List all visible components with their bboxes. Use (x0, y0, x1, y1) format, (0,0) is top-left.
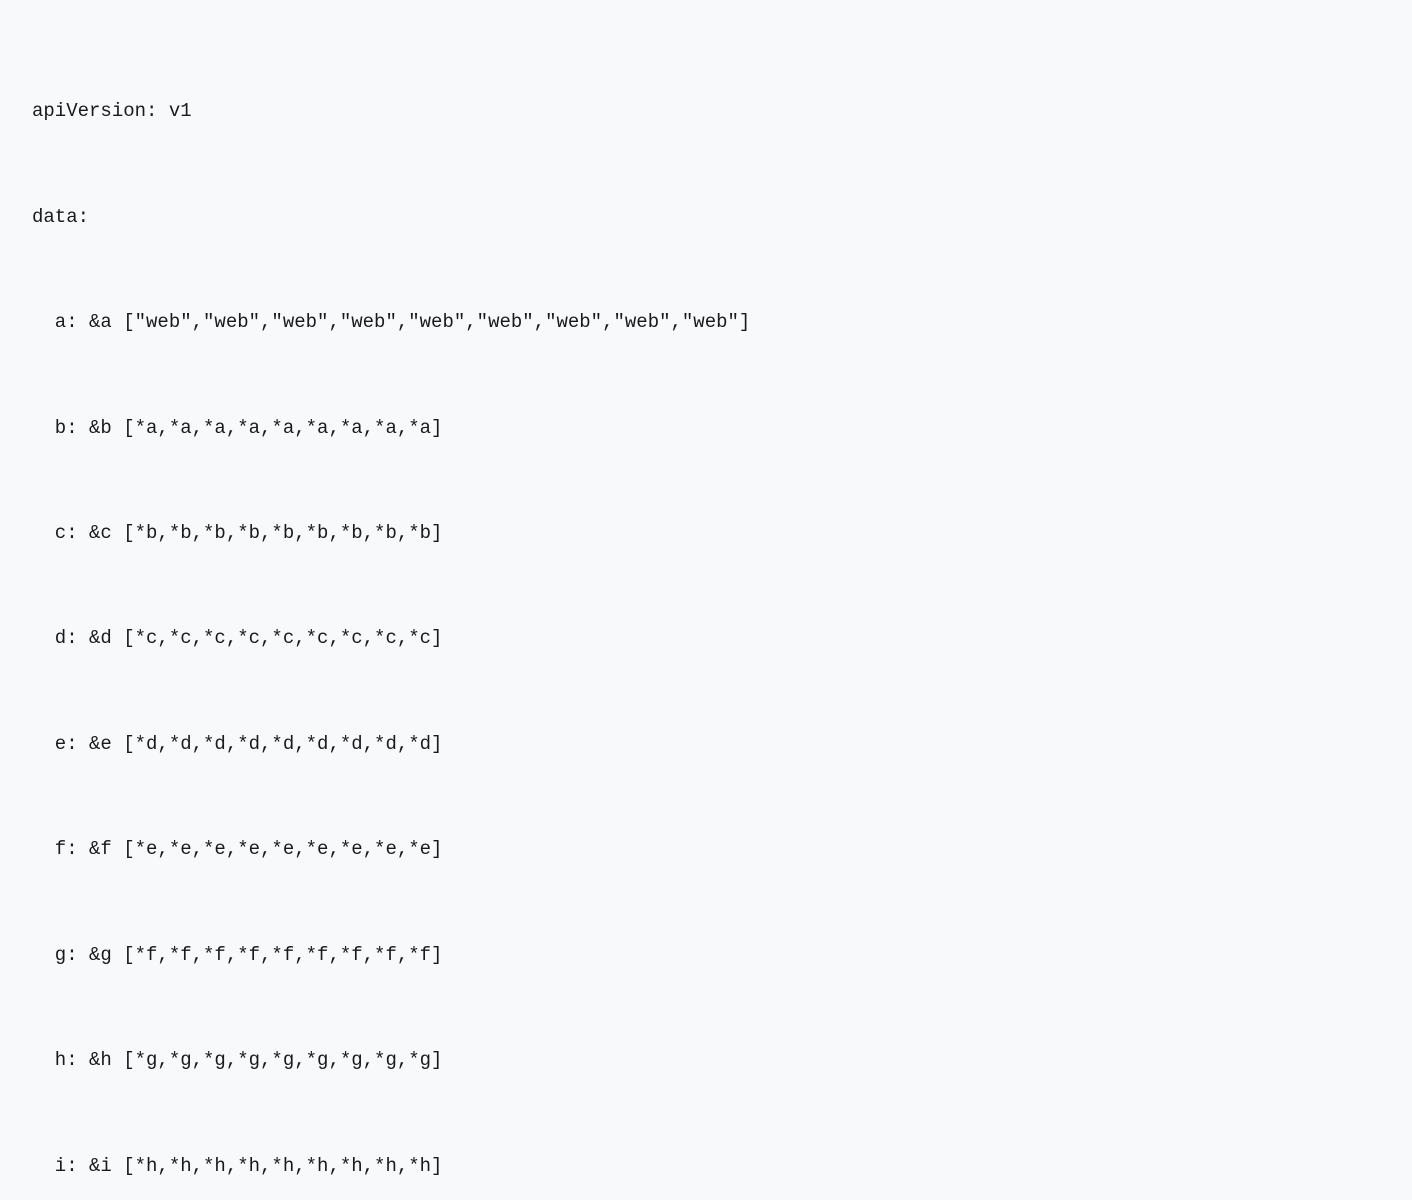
code-line: h: &h [*g,*g,*g,*g,*g,*g,*g,*g,*g] (32, 1043, 1380, 1078)
code-line: b: &b [*a,*a,*a,*a,*a,*a,*a,*a,*a] (32, 411, 1380, 446)
code-line: apiVersion: v1 (32, 94, 1380, 129)
code-line: d: &d [*c,*c,*c,*c,*c,*c,*c,*c,*c] (32, 621, 1380, 656)
code-line: e: &e [*d,*d,*d,*d,*d,*d,*d,*d,*d] (32, 727, 1380, 762)
yaml-code-block: apiVersion: v1 data: a: &a ["web","web",… (32, 24, 1380, 1200)
code-line: a: &a ["web","web","web","web","web","we… (32, 305, 1380, 340)
code-line: data: (32, 200, 1380, 235)
code-line: i: &i [*h,*h,*h,*h,*h,*h,*h,*h,*h] (32, 1149, 1380, 1184)
code-line: f: &f [*e,*e,*e,*e,*e,*e,*e,*e,*e] (32, 832, 1380, 867)
code-line: g: &g [*f,*f,*f,*f,*f,*f,*f,*f,*f] (32, 938, 1380, 973)
code-line: c: &c [*b,*b,*b,*b,*b,*b,*b,*b,*b] (32, 516, 1380, 551)
